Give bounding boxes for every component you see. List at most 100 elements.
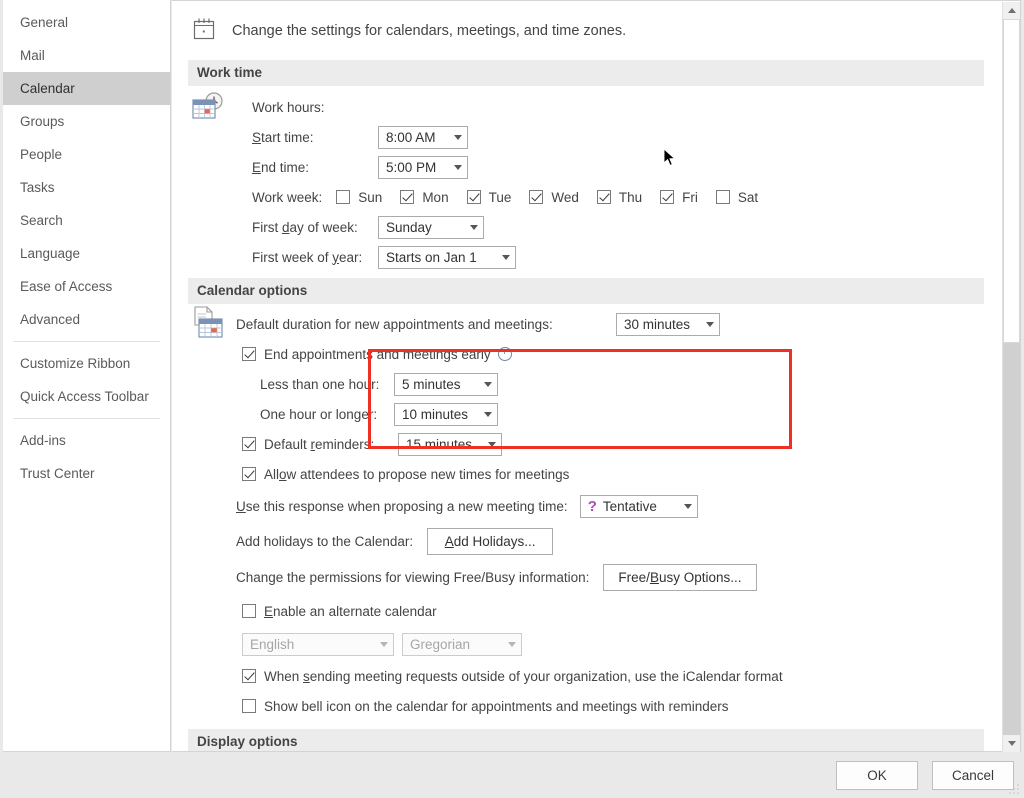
workweek-checkbox-thu[interactable] — [597, 190, 611, 204]
sidebar-item-label: Search — [20, 213, 63, 228]
sidebar-item-people[interactable]: People — [3, 138, 170, 171]
sidebar-item-label: Groups — [20, 114, 64, 129]
document-calendar-icon — [190, 306, 226, 340]
default-duration-dropdown[interactable]: 30 minutes — [616, 313, 720, 336]
icalendar-checkbox[interactable] — [242, 669, 256, 683]
chevron-down-icon — [484, 382, 492, 387]
options-scroll-content: Change the settings for calendars, meeti… — [172, 1, 1004, 751]
default-reminders-checkbox[interactable] — [242, 437, 256, 451]
options-content-panel: Change the settings for calendars, meeti… — [172, 0, 1021, 752]
start-time-label: Start time: — [252, 130, 378, 145]
scroll-down-button[interactable] — [1003, 735, 1020, 752]
sidebar-item-calendar[interactable]: Calendar — [3, 72, 170, 105]
add-holidays-button[interactable]: Add Holidays... — [427, 528, 553, 555]
free-busy-options-button[interactable]: Free/Busy Options... — [603, 564, 756, 591]
workweek-label-mon: Mon — [422, 190, 448, 205]
sidebar-item-search[interactable]: Search — [3, 204, 170, 237]
start-time-row: Start time: 8:00 AM — [188, 122, 1004, 152]
sidebar-item-groups[interactable]: Groups — [3, 105, 170, 138]
allow-propose-checkbox[interactable] — [242, 467, 256, 481]
one-hour-longer-label: One hour or longer: — [260, 407, 394, 422]
workweek-checkbox-wed[interactable] — [529, 190, 543, 204]
calendar-icon — [190, 15, 218, 46]
bell-icon-row: Show bell icon on the calendar for appoi… — [188, 691, 1004, 721]
chevron-down-icon — [484, 412, 492, 417]
add-holidays-row: Add holidays to the Calendar: Add Holida… — [188, 523, 1004, 559]
end-early-checkbox[interactable] — [242, 347, 256, 361]
chevron-down-icon — [380, 642, 388, 647]
sidebar-item-mail[interactable]: Mail — [3, 39, 170, 72]
section-header-work-time: Work time — [188, 60, 984, 86]
workweek-checkbox-sun[interactable] — [336, 190, 350, 204]
first-week-dropdown[interactable]: Starts on Jan 1 — [378, 246, 516, 269]
add-holidays-button-label: Add Holidays... — [445, 534, 536, 549]
ok-button[interactable]: OK — [836, 761, 918, 790]
sidebar-item-label: General — [20, 15, 68, 30]
sidebar-item-label: Ease of Access — [20, 279, 112, 294]
workweek-checkbox-sat[interactable] — [716, 190, 730, 204]
sidebar-item-customize-ribbon[interactable]: Customize Ribbon — [3, 347, 170, 380]
sidebar-item-advanced[interactable]: Advanced — [3, 303, 170, 336]
resize-grip[interactable] — [1008, 783, 1020, 795]
alt-calendar-type-dropdown[interactable]: Gregorian — [402, 633, 522, 656]
section-body-work-time: Work hours: Start time: 8:00 AM End time… — [172, 86, 1004, 272]
scrollbar-track[interactable] — [1003, 19, 1020, 735]
first-day-value: Sunday — [386, 220, 432, 235]
section-header-display-options: Display options — [188, 729, 984, 751]
bell-icon-checkbox[interactable] — [242, 699, 256, 713]
cancel-button[interactable]: Cancel — [932, 761, 1014, 790]
first-week-value: Starts on Jan 1 — [386, 250, 477, 265]
sidebar-item-label: People — [20, 147, 62, 162]
vertical-scrollbar[interactable] — [1002, 2, 1019, 752]
default-duration-label: Default duration for new appointments an… — [236, 317, 616, 332]
sidebar-item-trust-center[interactable]: Trust Center — [3, 457, 170, 490]
one-hour-longer-row: One hour or longer: 10 minutes — [188, 399, 1004, 429]
first-day-label: First day of week: — [252, 220, 378, 235]
workweek-label-thu: Thu — [619, 190, 642, 205]
alt-calendar-type-value: Gregorian — [410, 637, 470, 652]
alt-calendar-label: Enable an alternate calendar — [264, 604, 437, 619]
alt-calendar-checkbox[interactable] — [242, 604, 256, 618]
sidebar-divider — [13, 341, 160, 342]
alt-calendar-dropdowns-row: English Gregorian — [188, 627, 1004, 661]
end-time-dropdown[interactable]: 5:00 PM — [378, 156, 468, 179]
first-week-row: First week of year: Starts on Jan 1 — [188, 242, 1004, 272]
chevron-down-icon — [454, 135, 462, 140]
scrollbar-thumb[interactable] — [1003, 19, 1020, 343]
use-response-label: Use this response when proposing a new m… — [236, 499, 568, 514]
sidebar-item-quick-access-toolbar[interactable]: Quick Access Toolbar — [3, 380, 170, 413]
sidebar-item-ease-of-access[interactable]: Ease of Access — [3, 270, 170, 303]
icalendar-label: When sending meeting requests outside of… — [264, 669, 783, 684]
options-category-sidebar: General Mail Calendar Groups People Task… — [3, 0, 171, 752]
sidebar-item-label: Add-ins — [20, 433, 66, 448]
less-than-hour-dropdown[interactable]: 5 minutes — [394, 373, 498, 396]
info-icon[interactable] — [498, 347, 512, 361]
chevron-down-icon — [470, 225, 478, 230]
workweek-checkbox-fri[interactable] — [660, 190, 674, 204]
sidebar-item-add-ins[interactable]: Add-ins — [3, 424, 170, 457]
sidebar-item-tasks[interactable]: Tasks — [3, 171, 170, 204]
sidebar-item-language[interactable]: Language — [3, 237, 170, 270]
sidebar-item-label: Advanced — [20, 312, 80, 327]
alt-language-dropdown[interactable]: English — [242, 633, 394, 656]
allow-propose-row: Allow attendees to propose new times for… — [188, 459, 1004, 489]
use-response-dropdown[interactable]: ? Tentative — [580, 495, 698, 518]
first-day-dropdown[interactable]: Sunday — [378, 216, 484, 239]
work-hours-label: Work hours: — [252, 100, 325, 115]
default-reminders-dropdown[interactable]: 15 minutes — [398, 433, 502, 456]
start-time-dropdown[interactable]: 8:00 AM — [378, 126, 468, 149]
workweek-label-tue: Tue — [489, 190, 512, 205]
sidebar-item-label: Mail — [20, 48, 45, 63]
calendar-clock-icon — [190, 92, 226, 126]
alt-calendar-row: Enable an alternate calendar — [188, 595, 1004, 627]
add-holidays-label: Add holidays to the Calendar: — [236, 534, 413, 549]
sidebar-item-general[interactable]: General — [3, 6, 170, 39]
default-reminders-label: Default reminders: — [264, 437, 398, 452]
workweek-checkbox-tue[interactable] — [467, 190, 481, 204]
less-than-hour-label: Less than one hour: — [260, 377, 394, 392]
scroll-up-button[interactable] — [1003, 2, 1020, 19]
chevron-down-icon — [684, 504, 692, 509]
work-week-label: Work week: — [252, 190, 322, 205]
workweek-checkbox-mon[interactable] — [400, 190, 414, 204]
one-hour-longer-dropdown[interactable]: 10 minutes — [394, 403, 498, 426]
